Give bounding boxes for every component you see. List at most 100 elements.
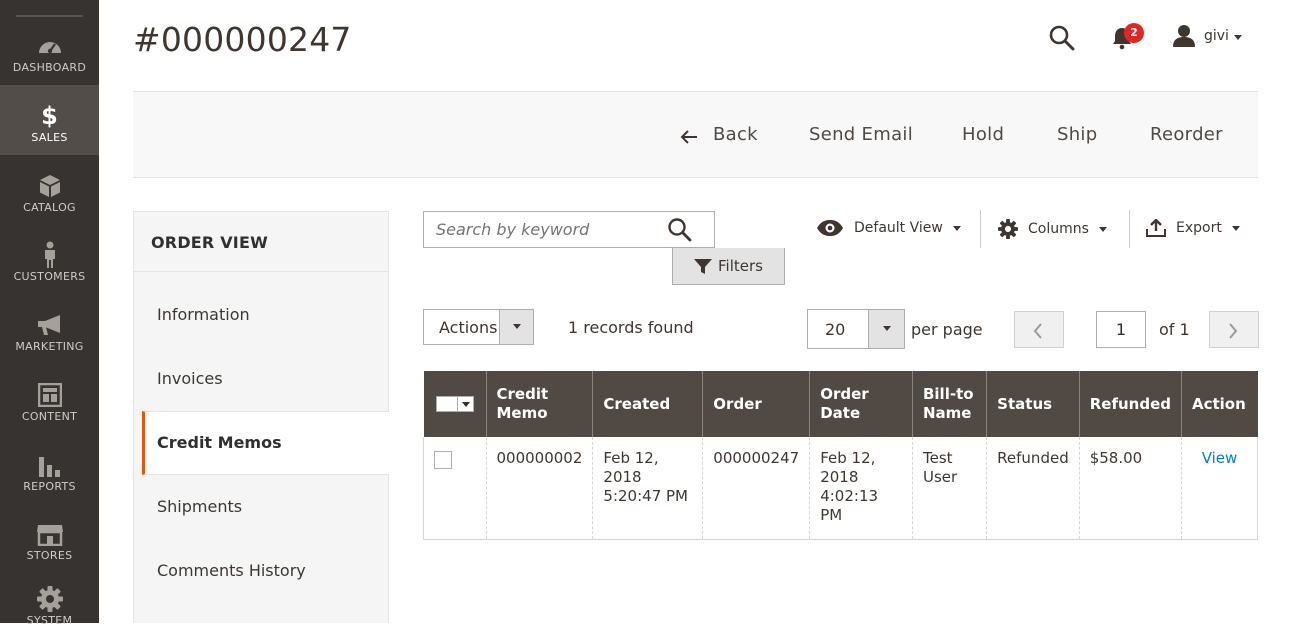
menu-item-stores[interactable]: STORES (0, 503, 99, 573)
default-view-dropdown[interactable]: Default View (816, 219, 961, 237)
dollar-icon: $ (41, 102, 58, 130)
send-email-button[interactable]: Send Email (809, 124, 913, 145)
box-icon (0, 173, 99, 199)
page-number-input[interactable]: 1 (1096, 311, 1146, 348)
created-cell: Feb 12, 2018 5:20:47 PM (592, 437, 704, 540)
divider (1129, 210, 1130, 248)
chevron-down-icon (1098, 226, 1107, 232)
megaphone-icon (0, 312, 99, 338)
columns-label: Columns (1028, 221, 1089, 237)
bar-chart-icon (0, 452, 99, 478)
menu-item-marketing[interactable]: MARKETING (0, 294, 99, 364)
row-select-cell (423, 437, 487, 540)
menu-item-dashboard[interactable]: DASHBOARD (0, 15, 99, 85)
menu-item-label: SALES (31, 131, 68, 144)
tab-shipments[interactable]: Shipments (134, 475, 388, 539)
row-checkbox[interactable] (434, 451, 452, 469)
per-page-select[interactable]: 20 (807, 309, 905, 349)
export-label: Export (1176, 220, 1222, 236)
chevron-down-icon (461, 402, 470, 407)
menu-item-reports[interactable]: REPORTS (0, 434, 99, 504)
menu-item-label: CATALOG (23, 201, 76, 214)
chevron-right-icon (1229, 323, 1238, 339)
table-header-row: Credit Memo Created Order Order Date Bil… (423, 371, 1258, 437)
tab-information[interactable]: Information (134, 283, 388, 347)
column-header-order[interactable]: Order (702, 371, 811, 437)
export-dropdown[interactable]: Export (1146, 218, 1240, 237)
column-header-status[interactable]: Status (986, 371, 1080, 437)
divider (134, 271, 388, 272)
ship-button[interactable]: Ship (1057, 124, 1097, 145)
refunded-cell: $58.00 (1079, 437, 1182, 540)
previous-page-button[interactable] (1014, 311, 1064, 348)
layout-icon (0, 382, 99, 408)
total-pages-label: of 1 (1159, 320, 1190, 339)
action-cell: View (1181, 437, 1259, 540)
chevron-down-icon[interactable] (1234, 35, 1242, 40)
bill-to-name-cell: Test User (912, 437, 988, 540)
filters-button[interactable]: Filters (672, 248, 785, 285)
filters-label: Filters (718, 257, 763, 275)
order-view-title: ORDER VIEW (151, 233, 268, 252)
admin-menu: DASHBOARD $ SALES CATALOG CUSTOMERS MARK… (0, 0, 99, 627)
chevron-down-icon (1231, 225, 1240, 231)
menu-item-label: CUSTOMERS (13, 270, 86, 283)
user-avatar-icon[interactable] (1171, 24, 1197, 48)
default-view-label: Default View (854, 220, 943, 236)
menu-item-system[interactable]: SYSTEM (0, 568, 99, 638)
credit-memos-grid: Credit Memo Created Order Order Date Bil… (423, 371, 1259, 540)
next-page-button[interactable] (1209, 311, 1259, 348)
order-cell: 000000247 (702, 437, 811, 540)
menu-item-content[interactable]: CONTENT (0, 364, 99, 434)
mass-select-header[interactable] (423, 371, 487, 437)
search-icon[interactable] (667, 217, 693, 243)
gear-icon (0, 586, 99, 612)
menu-item-label: MARKETING (15, 340, 84, 353)
columns-dropdown[interactable]: Columns (998, 219, 1107, 239)
dashboard-icon (0, 33, 99, 59)
per-page-label: per page (911, 320, 983, 339)
person-icon (0, 241, 99, 268)
table-row: 000000002 Feb 12, 2018 5:20:47 PM 0000002… (423, 437, 1259, 540)
mass-actions-dropdown[interactable]: Actions (423, 309, 534, 345)
column-header-order-date[interactable]: Order Date (809, 371, 913, 437)
tab-comments-history[interactable]: Comments History (134, 539, 388, 603)
chevron-down-icon (513, 324, 521, 329)
column-header-bill-to-name[interactable]: Bill-to Name (912, 371, 988, 437)
menu-item-label: CONTENT (21, 410, 78, 423)
order-date-cell: Feb 12, 2018 4:02:13 PM (809, 437, 913, 540)
gear-icon (998, 219, 1018, 239)
credit-memo-cell: 000000002 (486, 437, 594, 540)
column-header-created[interactable]: Created (592, 371, 704, 437)
back-button[interactable]: Back (713, 124, 758, 145)
view-link[interactable]: View (1202, 449, 1238, 467)
tab-credit-memos[interactable]: Credit Memos (142, 411, 389, 475)
dropdown-toggle[interactable] (868, 310, 904, 348)
menu-item-label: SYSTEM (26, 614, 73, 627)
page-title: #000000247 (133, 20, 352, 59)
global-search-icon[interactable] (1048, 24, 1076, 52)
chevron-down-icon (952, 225, 961, 231)
tab-invoices[interactable]: Invoices (134, 347, 388, 411)
arrow-left-icon[interactable] (680, 129, 698, 144)
user-account-name[interactable]: givi (1204, 28, 1229, 44)
column-header-credit-memo[interactable]: Credit Memo (486, 371, 594, 437)
filter-funnel-icon (694, 259, 712, 275)
menu-item-customers[interactable]: CUSTOMERS (0, 224, 99, 294)
column-header-action: Action (1181, 371, 1258, 437)
column-header-refunded[interactable]: Refunded (1079, 371, 1182, 437)
menu-item-label: STORES (26, 549, 73, 562)
menu-item-label: DASHBOARD (12, 61, 87, 74)
per-page-value: 20 (825, 320, 846, 339)
menu-item-label: REPORTS (23, 480, 76, 493)
menu-item-sales[interactable]: $ SALES (0, 85, 99, 155)
eye-icon (817, 220, 843, 236)
menu-item-catalog[interactable]: CATALOG (0, 155, 99, 225)
mass-select-checkbox[interactable] (435, 396, 474, 412)
actions-label: Actions (439, 318, 498, 337)
dropdown-toggle[interactable] (499, 310, 533, 344)
hold-button[interactable]: Hold (962, 124, 1004, 145)
notifications-count-badge[interactable]: 2 (1124, 23, 1144, 43)
reorder-button[interactable]: Reorder (1150, 124, 1223, 145)
status-cell: Refunded (986, 437, 1080, 540)
